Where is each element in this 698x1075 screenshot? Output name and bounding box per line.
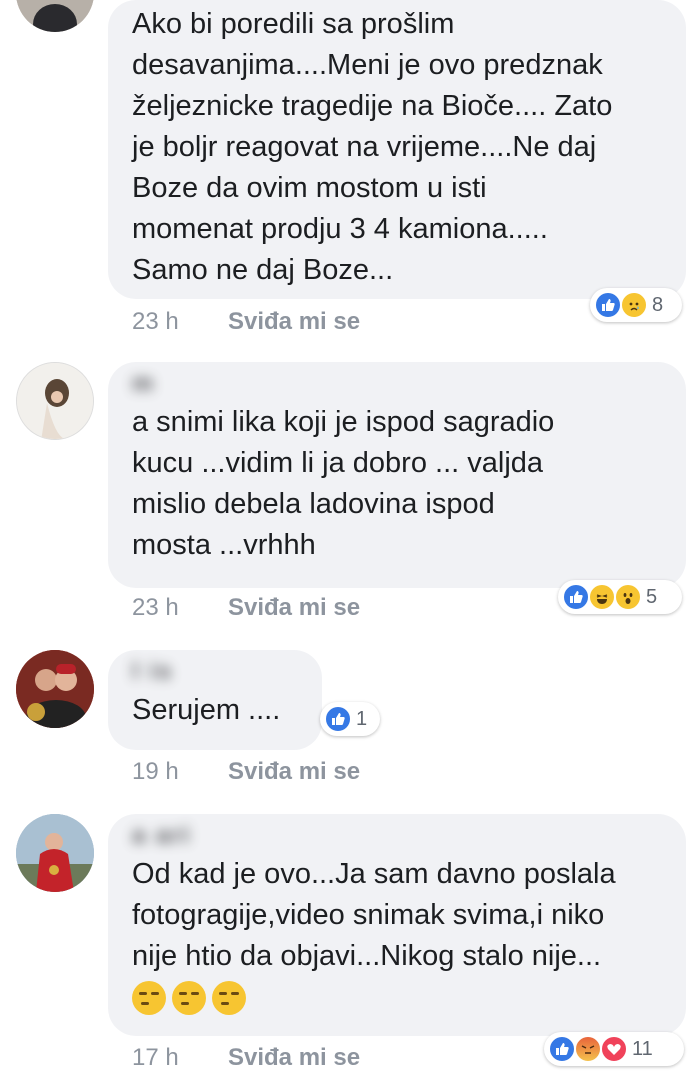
comment-text: Serujem .... — [132, 694, 281, 726]
reactions-summary[interactable]: 5 — [558, 580, 682, 614]
comment: a ari Od kad je ovo...Ja sam davno posla… — [0, 814, 698, 1075]
author-name[interactable]: m — [132, 362, 664, 402]
sad-icon — [620, 291, 648, 319]
comment-bubble: Ako bi poredili sa prošlim desavanjima..… — [108, 0, 686, 299]
unamused-emoji — [132, 981, 166, 1016]
emoji-row — [132, 977, 664, 1017]
comment: Ako bi poredili sa prošlim desavanjima..… — [0, 0, 698, 340]
timestamp[interactable]: 17 h — [132, 1044, 179, 1072]
reaction-count: 5 — [646, 585, 658, 608]
timestamp[interactable]: 23 h — [132, 308, 179, 336]
like-button[interactable]: Sviđa mi se — [228, 758, 360, 786]
comment-bubble: m a snimi lika koji je ispod sagradio ku… — [108, 362, 686, 588]
timestamp[interactable]: 19 h — [132, 758, 179, 786]
reaction-count: 11 — [632, 1037, 653, 1060]
wow-icon — [614, 583, 642, 611]
like-icon — [594, 291, 622, 319]
comment-bubble: l is Serujem .... — [108, 650, 322, 750]
avatar[interactable] — [16, 0, 94, 32]
avatar[interactable] — [16, 362, 94, 440]
author-name[interactable]: l is — [132, 650, 300, 690]
like-icon — [324, 705, 352, 733]
like-button[interactable]: Sviđa mi se — [228, 308, 360, 336]
angry-icon — [574, 1035, 602, 1063]
reaction-count: 8 — [652, 293, 664, 316]
reactions-summary[interactable]: 1 — [320, 702, 380, 736]
comment: m a snimi lika koji je ispod sagradio ku… — [0, 362, 698, 632]
like-button[interactable]: Sviđa mi se — [228, 1044, 360, 1072]
comment-bubble: a ari Od kad je ovo...Ja sam davno posla… — [108, 814, 686, 1036]
reactions-summary[interactable]: 8 — [590, 288, 682, 322]
like-icon — [548, 1035, 576, 1063]
timestamp[interactable]: 23 h — [132, 594, 179, 622]
comment-text: a snimi lika koji je ispod sagradio kucu… — [132, 406, 555, 561]
love-icon — [600, 1035, 628, 1063]
like-button[interactable]: Sviđa mi se — [228, 594, 360, 622]
reaction-count: 1 — [356, 707, 368, 730]
comment-text: Ako bi poredili sa prošlim desavanjima..… — [132, 8, 613, 286]
comment-text: Od kad je ovo...Ja sam davno poslala fot… — [132, 858, 616, 972]
reactions-summary[interactable]: 11 — [544, 1032, 684, 1066]
unamused-emoji — [172, 981, 206, 1016]
unamused-emoji — [212, 981, 246, 1016]
like-icon — [562, 583, 590, 611]
avatar[interactable] — [16, 814, 94, 892]
author-name[interactable]: a ari — [132, 814, 664, 854]
avatar[interactable] — [16, 650, 94, 728]
comment: l is Serujem .... 1 19 h Sviđa mi se — [0, 650, 698, 790]
haha-icon — [588, 583, 616, 611]
